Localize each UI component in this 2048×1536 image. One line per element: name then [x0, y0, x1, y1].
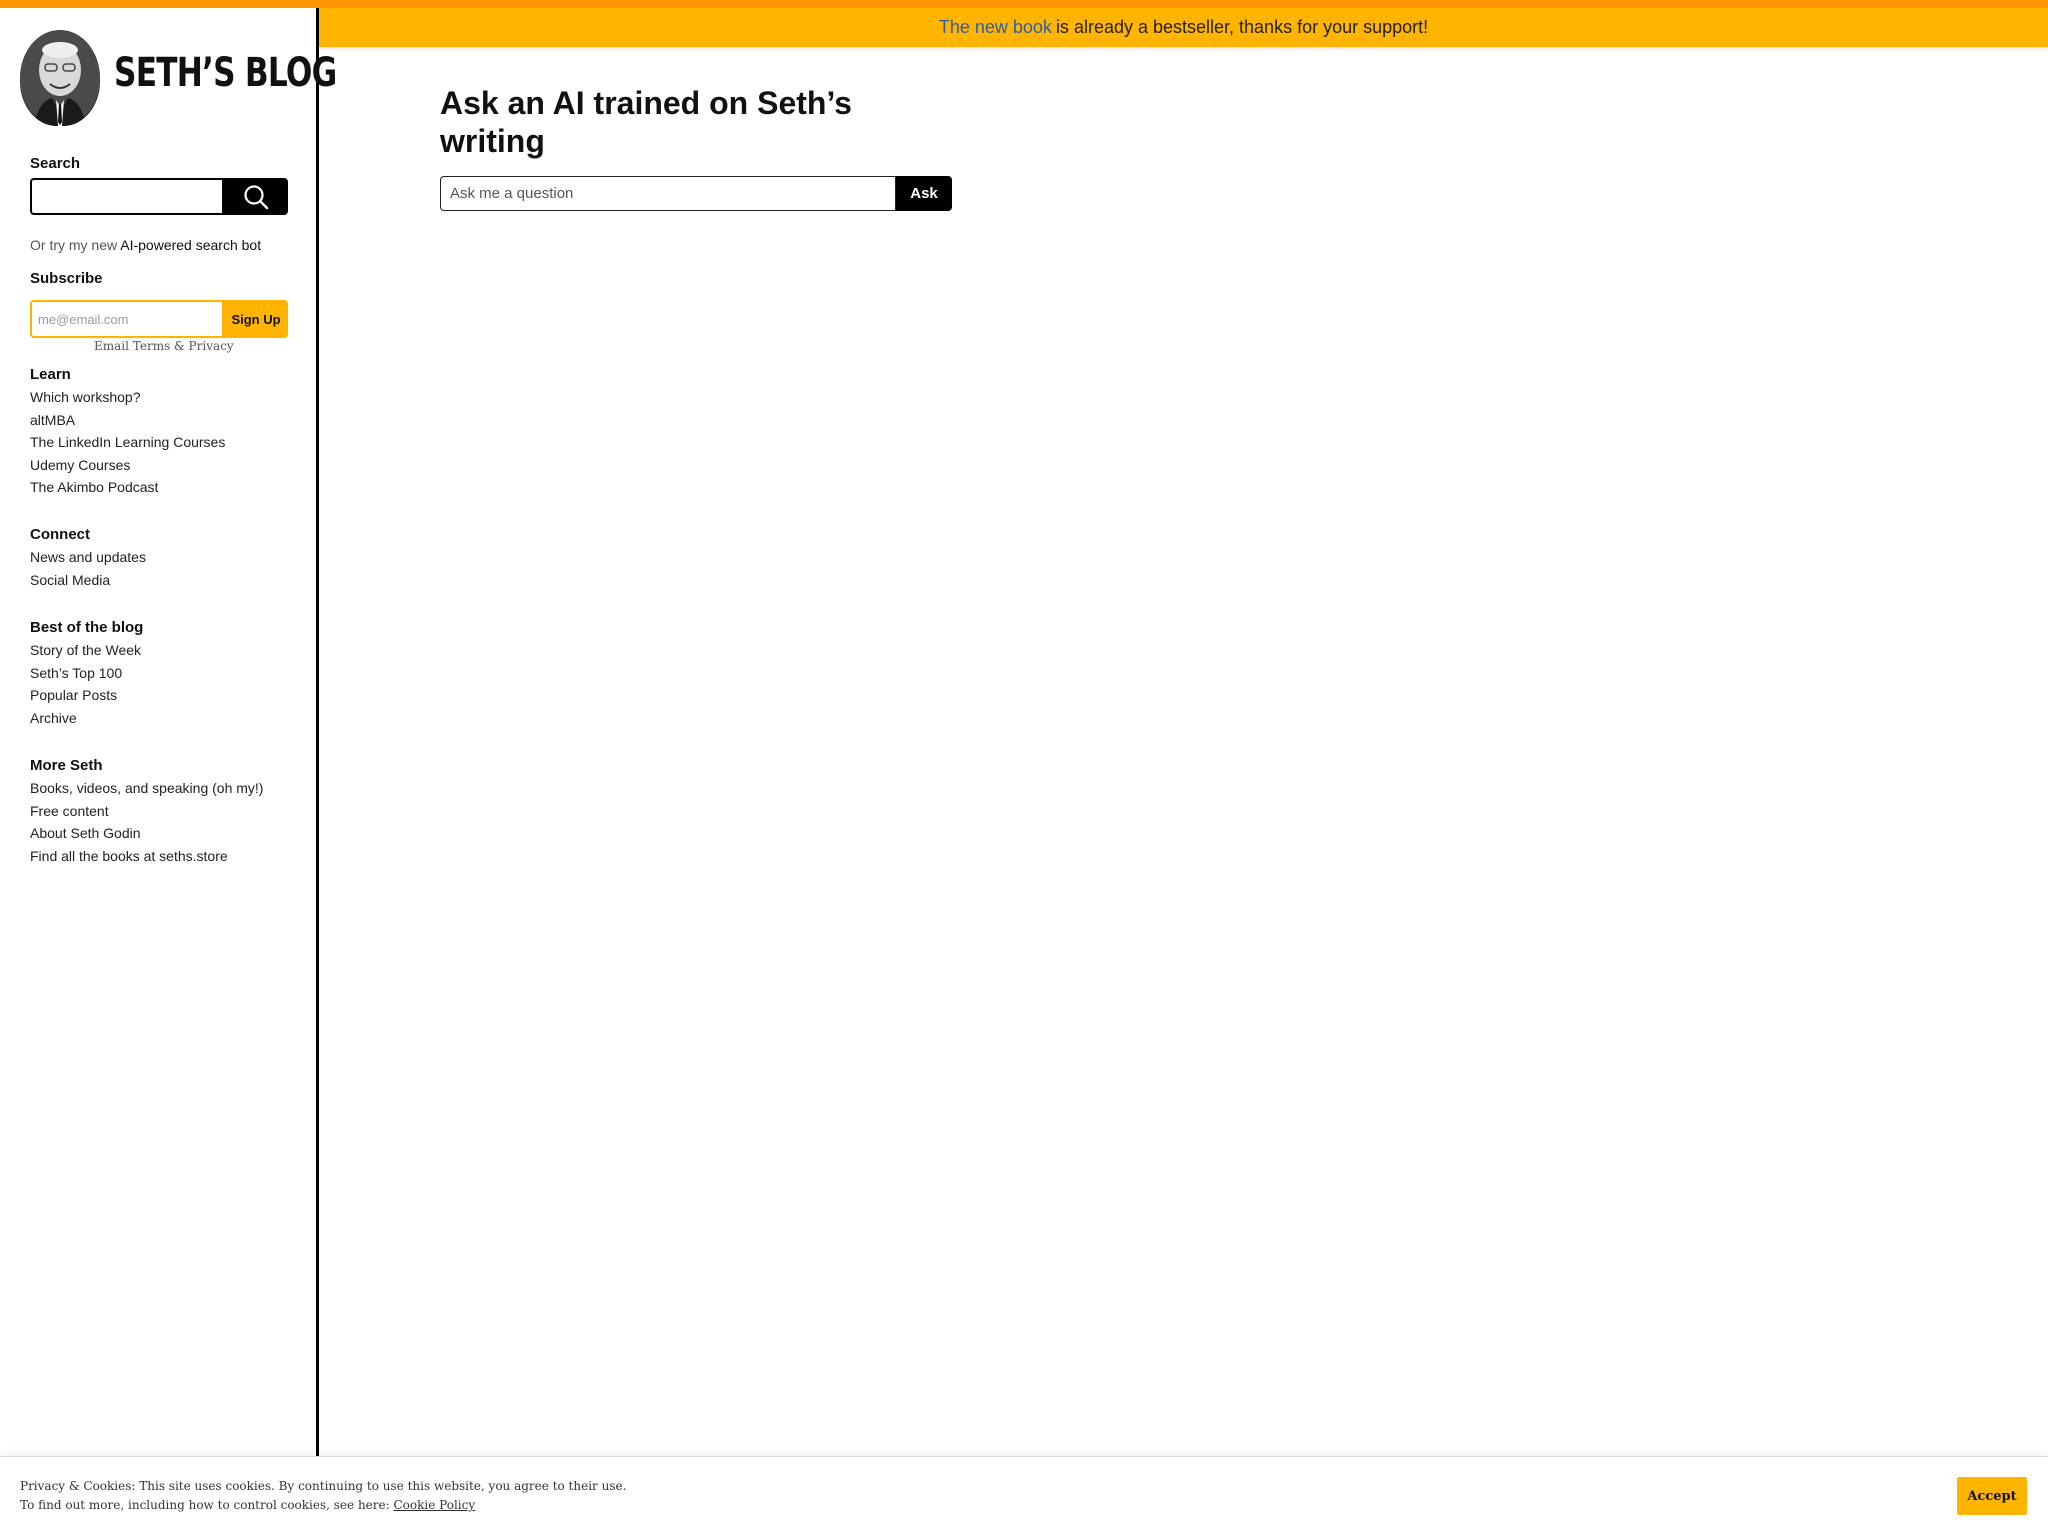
- nav-link-altmba[interactable]: altMBA: [30, 409, 290, 432]
- nav-link-linkedin-courses[interactable]: The LinkedIn Learning Courses: [30, 431, 290, 454]
- new-book-link[interactable]: The new book: [939, 17, 1052, 38]
- nav-link-news-updates[interactable]: News and updates: [30, 546, 290, 569]
- nav-link-seths-store[interactable]: Find all the books at seths.store: [30, 845, 290, 868]
- nav-section-title: Connect: [30, 526, 90, 543]
- site-brand[interactable]: SETH’S BLOG: [20, 30, 337, 135]
- nav-link-free-content[interactable]: Free content: [30, 800, 290, 823]
- ai-note-prefix: Or try my new: [30, 237, 118, 253]
- search-label: Search: [30, 155, 81, 172]
- nav-section-learn: Learn Which workshop? altMBA The LinkedI…: [30, 364, 290, 499]
- cookie-line-1: Privacy & Cookies: This site uses cookie…: [20, 1479, 627, 1493]
- search-button[interactable]: [224, 178, 288, 215]
- announcement-banner: The new book is already a bestseller, th…: [319, 8, 2048, 47]
- ask-question-input[interactable]: Ask me a question: [440, 176, 896, 211]
- search-form: [30, 178, 288, 215]
- search-input[interactable]: [30, 178, 224, 215]
- top-accent-stripe: [0, 0, 2048, 8]
- nav-link-books-videos-speaking[interactable]: Books, videos, and speaking (oh my!): [30, 777, 290, 800]
- search-icon: [244, 184, 269, 209]
- nav-link-akimbo-podcast[interactable]: The Akimbo Podcast: [30, 476, 290, 499]
- ask-button[interactable]: Ask: [896, 176, 952, 211]
- nav-link-udemy-courses[interactable]: Udemy Courses: [30, 454, 290, 477]
- subscribe-label: Subscribe: [30, 270, 103, 287]
- email-terms-link[interactable]: Email Terms & Privacy: [94, 339, 234, 353]
- email-field[interactable]: me@email.com: [30, 300, 224, 338]
- cookie-line-2: To find out more, including how to contr…: [20, 1496, 626, 1515]
- nav-section-title: Learn: [30, 366, 71, 383]
- cookie-notice: Privacy & Cookies: This site uses cookie…: [0, 1456, 2048, 1536]
- nav-link-top-100[interactable]: Seth’s Top 100: [30, 662, 290, 685]
- nav-section-more-seth: More Seth Books, videos, and speaking (o…: [30, 755, 290, 867]
- ai-search-bot-link[interactable]: AI-powered search bot: [120, 237, 261, 253]
- ai-search-note: Or try my new AI-powered search bot: [30, 237, 261, 253]
- nav-link-story-of-week[interactable]: Story of the Week: [30, 639, 290, 662]
- nav-section-best-of-blog: Best of the blog Story of the Week Seth’…: [30, 617, 290, 729]
- avatar: [20, 30, 100, 126]
- nav-link-popular-posts[interactable]: Popular Posts: [30, 684, 290, 707]
- accept-cookies-button[interactable]: Accept: [1957, 1477, 2027, 1515]
- sidebar: SETH’S BLOG Search Or try my new AI-powe…: [0, 8, 337, 1456]
- nav-section-title: More Seth: [30, 757, 103, 774]
- site-title: SETH’S BLOG: [114, 50, 337, 96]
- nav-link-which-workshop[interactable]: Which workshop?: [30, 386, 290, 409]
- subscribe-form: me@email.com Sign Up: [30, 300, 288, 338]
- cookie-text: Privacy & Cookies: This site uses cookie…: [20, 1477, 626, 1515]
- ask-form: Ask me a question Ask: [440, 176, 952, 211]
- nav-link-archive[interactable]: Archive: [30, 707, 290, 730]
- nav-section-connect: Connect News and updates Social Media: [30, 524, 290, 591]
- nav-link-social-media[interactable]: Social Media: [30, 569, 290, 592]
- sign-up-button[interactable]: Sign Up: [224, 300, 288, 338]
- page-title: Ask an AI trained on Seth’s writing: [440, 85, 852, 159]
- cookie-line-2-prefix: To find out more, including how to contr…: [20, 1498, 390, 1512]
- banner-text: is already a bestseller, thanks for your…: [1055, 17, 1429, 37]
- cookie-policy-link[interactable]: Cookie Policy: [394, 1498, 476, 1512]
- nav-section-title: Best of the blog: [30, 619, 144, 636]
- nav-link-about-seth[interactable]: About Seth Godin: [30, 822, 290, 845]
